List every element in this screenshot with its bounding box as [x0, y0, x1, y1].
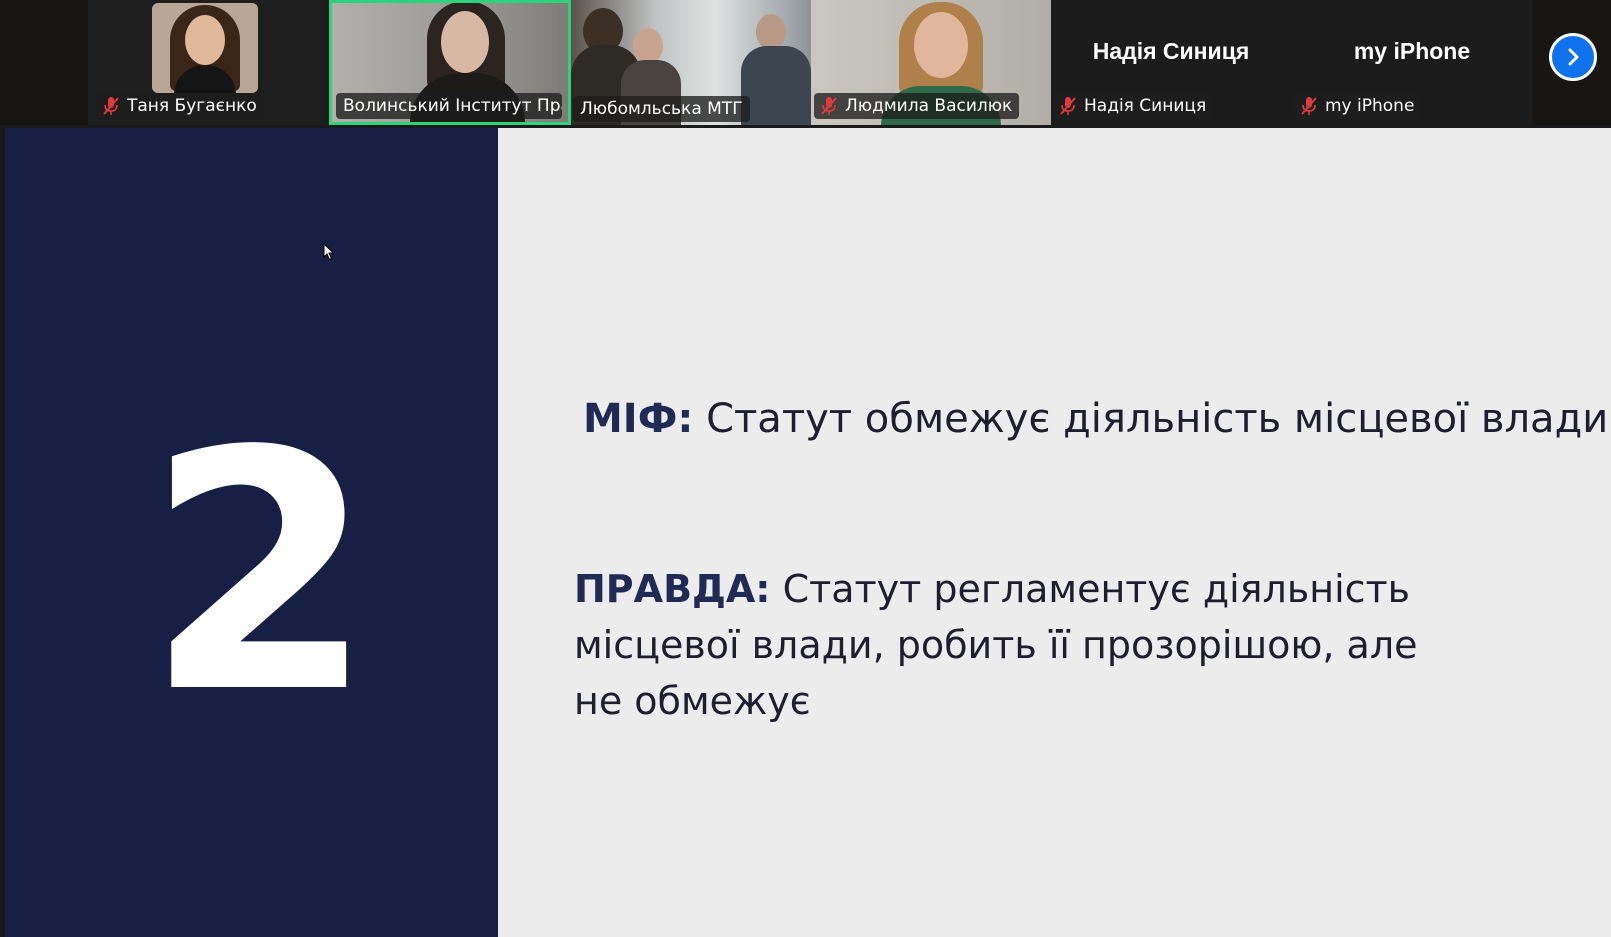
slide-number: 2: [145, 381, 375, 765]
participant-tile[interactable]: Людмила Василюк: [811, 0, 1051, 125]
mic-muted-icon: [1301, 97, 1317, 115]
slide-right-panel: МІФ: Статут обмежує діяльність місцевої …: [498, 128, 1611, 937]
chevron-right-icon: [1568, 48, 1579, 66]
meeting-window: Таня Бугаєнко Волинський Інститут Пра...: [0, 0, 1611, 937]
participant-tile-active[interactable]: Волинський Інститут Пра...: [329, 0, 571, 125]
myth-statement: МІФ: Статут обмежує діяльність місцевої …: [583, 396, 1608, 442]
mic-muted-icon: [103, 97, 119, 115]
participant-nameplate: my iPhone: [1294, 93, 1422, 119]
participant-nameplate: Таня Бугаєнко: [96, 93, 264, 119]
participant-name: Любомльська МТГ: [580, 99, 743, 119]
mic-muted-icon: [821, 97, 837, 115]
participant-name: Волинський Інститут Пра...: [343, 96, 562, 116]
participant-name: Людмила Василюк: [845, 96, 1013, 116]
strip-spacer: [0, 0, 88, 125]
participant-display-name: my iPhone: [1353, 38, 1471, 64]
participant-nameplate: Надія Синиця: [1053, 93, 1214, 119]
myth-label: МІФ:: [583, 396, 694, 442]
shared-screen: 2 МІФ: Статут обмежує діяльність місцево…: [5, 128, 1611, 937]
participant-nameplate: Волинський Інститут Пра...: [336, 93, 562, 119]
participant-tile[interactable]: Надія Синиця Надія Синиця: [1051, 0, 1291, 125]
truth-label: ПРАВДА:: [574, 567, 771, 611]
participant-tile[interactable]: my iPhone my iPhone: [1291, 0, 1533, 125]
mouse-cursor-icon: [323, 243, 335, 261]
participant-tile[interactable]: Любомльська МТГ: [571, 0, 811, 125]
participant-nameplate: Любомльська МТГ: [573, 96, 750, 122]
participant-name: my iPhone: [1325, 96, 1415, 116]
next-page-button[interactable]: [1549, 33, 1597, 81]
participant-name: Надія Синиця: [1084, 96, 1207, 116]
participant-name: Таня Бугаєнко: [127, 96, 257, 116]
participant-strip: Таня Бугаєнко Волинський Інститут Пра...: [0, 0, 1611, 125]
myth-text: Статут обмежує діяльність місцевої влади: [693, 396, 1609, 442]
truth-statement: ПРАВДА: Статут регламентує діяльність мі…: [574, 561, 1474, 729]
mic-muted-icon: [1060, 97, 1076, 115]
slide-left-panel: 2: [5, 128, 498, 937]
participant-display-name: Надія Синиця: [1092, 38, 1250, 64]
participant-tile[interactable]: Таня Бугаєнко: [88, 0, 324, 125]
participant-nameplate: Людмила Василюк: [814, 93, 1020, 119]
